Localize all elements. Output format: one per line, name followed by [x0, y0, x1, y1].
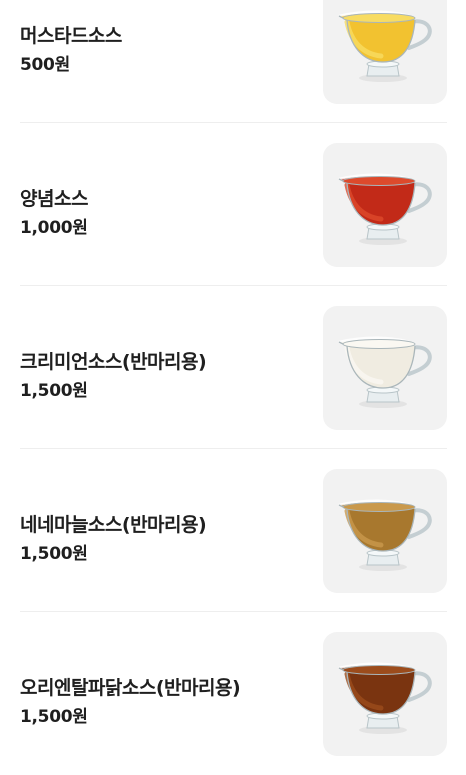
menu-item-name: 네네마늘소스(반마리용) — [20, 514, 207, 536]
sauce-boat-icon — [338, 499, 432, 571]
sauce-boat-icon — [338, 336, 432, 408]
menu-item-price: 1,500원 — [20, 381, 88, 401]
menu-item-name: 오리엔탈파닭소스(반마리용) — [20, 677, 241, 699]
menu-item-text: 양념소스 1,000원 — [20, 187, 88, 239]
menu-item-name: 머스타드소스 — [20, 25, 122, 47]
menu-item-text: 네네마늘소스(반마리용) 1,500원 — [20, 513, 207, 565]
menu-item-image[interactable] — [323, 469, 447, 593]
menu-item-price: 1,500원 — [20, 544, 88, 564]
menu-item-image[interactable] — [323, 306, 447, 430]
menu-item-garlic-sauce[interactable]: 네네마늘소스(반마리용) 1,500원 — [0, 449, 466, 612]
sauce-boat-icon — [338, 662, 432, 734]
menu-item-yangnyeom-sauce[interactable]: 양념소스 1,000원 — [0, 123, 466, 286]
menu-item-name: 크리미언소스(반마리용) — [20, 351, 207, 373]
menu-item-image[interactable] — [323, 632, 447, 756]
menu-item-text: 오리엔탈파닭소스(반마리용) 1,500원 — [20, 676, 241, 728]
menu-item-name: 양념소스 — [20, 188, 88, 210]
menu-item-price: 1,000원 — [20, 218, 88, 238]
menu-item-image[interactable] — [323, 143, 447, 267]
menu-item-image[interactable] — [323, 0, 447, 104]
menu-item-oriental-padak-sauce[interactable]: 오리엔탈파닭소스(반마리용) 1,500원 — [0, 612, 466, 775]
sauce-boat-icon — [338, 173, 432, 245]
menu-item-text: 머스타드소스 500원 — [20, 24, 122, 76]
menu-list: 머스타드소스 500원 양념소스 1,000원 크리미언소스(반마리용) 1,5… — [0, 0, 466, 775]
menu-item-creamy-onion-sauce[interactable]: 크리미언소스(반마리용) 1,500원 — [0, 286, 466, 449]
menu-item-price: 500원 — [20, 55, 70, 75]
menu-item-text: 크리미언소스(반마리용) 1,500원 — [20, 350, 207, 402]
menu-item-mustard-sauce[interactable]: 머스타드소스 500원 — [0, 0, 466, 123]
sauce-boat-icon — [338, 10, 432, 82]
